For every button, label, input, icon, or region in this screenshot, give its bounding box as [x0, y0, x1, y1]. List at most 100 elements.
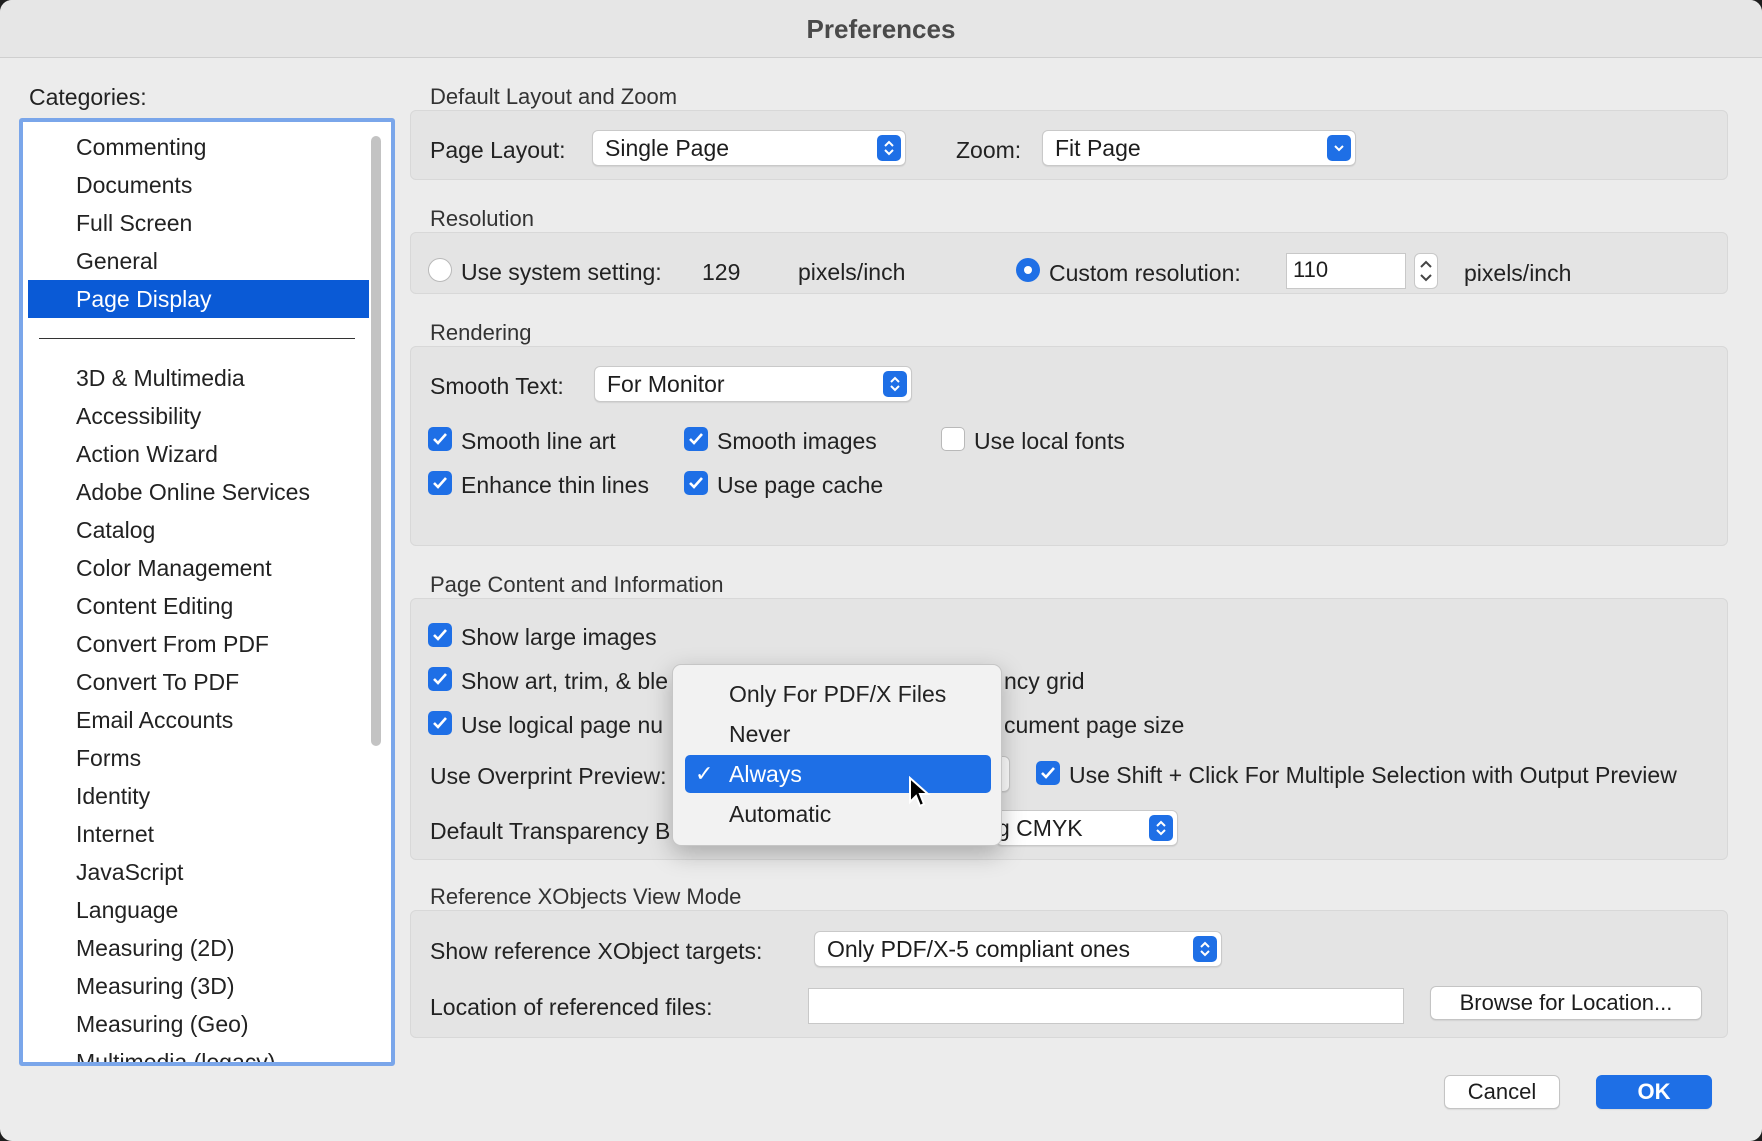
browse-location-button[interactable]: Browse for Location... — [1430, 986, 1702, 1020]
menu-item-never[interactable]: Never — [685, 715, 991, 753]
mouse-cursor-icon — [908, 776, 932, 810]
smooth-images-checkbox[interactable] — [684, 427, 708, 451]
rendering-section-title: Rendering — [430, 320, 532, 346]
chevron-down-icon — [1327, 135, 1351, 161]
categories-scrollbar[interactable] — [371, 136, 381, 746]
category-item[interactable]: Multimedia (legacy) — [28, 1043, 369, 1066]
zoom-label: Zoom: — [956, 137, 1021, 164]
category-item[interactable]: General — [28, 242, 369, 280]
category-item[interactable]: Convert To PDF — [28, 663, 369, 701]
shift-click-label: Use Shift + Click For Multiple Selection… — [1069, 762, 1677, 789]
checkmark-icon — [432, 628, 448, 642]
use-local-fonts-checkbox[interactable] — [941, 427, 965, 451]
document-page-size-label: cument page size — [1004, 712, 1184, 739]
category-item[interactable]: Content Editing — [28, 587, 369, 625]
categories-label: Categories: — [29, 84, 147, 111]
category-item[interactable]: Color Management — [28, 549, 369, 587]
category-item[interactable]: Measuring (3D) — [28, 967, 369, 1005]
category-item[interactable]: Forms — [28, 739, 369, 777]
show-large-images-label: Show large images — [461, 624, 657, 651]
use-page-cache-label: Use page cache — [717, 472, 883, 499]
show-large-images-checkbox[interactable] — [428, 623, 452, 647]
cancel-button[interactable]: Cancel — [1444, 1075, 1560, 1109]
category-item[interactable]: Identity — [28, 777, 369, 815]
logical-page-numbers-checkbox[interactable] — [428, 711, 452, 735]
menu-item-automatic[interactable]: Automatic — [685, 795, 991, 833]
category-item[interactable]: 3D & Multimedia — [28, 359, 369, 397]
xobjects-section-title: Reference XObjects View Mode — [430, 884, 741, 910]
checkmark-icon: ✓ — [695, 755, 713, 793]
transparency-blending-label: Default Transparency B — [430, 818, 670, 845]
checkmark-icon — [688, 476, 704, 490]
overprint-preview-label: Use Overprint Preview: — [430, 763, 666, 790]
show-art-trim-label: Show art, trim, & ble — [461, 668, 668, 695]
category-item[interactable]: Full Screen — [28, 204, 369, 242]
zoom-select[interactable]: Fit Page — [1042, 130, 1356, 166]
stepper-arrows-icon — [1415, 254, 1437, 288]
enhance-thin-lines-label: Enhance thin lines — [461, 472, 649, 499]
ok-button[interactable]: OK — [1596, 1075, 1712, 1109]
menu-item-always-label: Always — [729, 761, 802, 787]
transparency-grid-label: ncy grid — [1004, 668, 1085, 695]
category-item[interactable]: Email Accounts — [28, 701, 369, 739]
categories-items: CommentingDocumentsFull ScreenGeneralPag… — [23, 128, 369, 1066]
updown-arrows-icon — [877, 135, 901, 161]
category-item[interactable]: Measuring (2D) — [28, 929, 369, 967]
smooth-line-art-checkbox[interactable] — [428, 427, 452, 451]
layout-zoom-section-title: Default Layout and Zoom — [430, 84, 677, 110]
smooth-images-label: Smooth images — [717, 428, 877, 455]
category-item[interactable]: Internet — [28, 815, 369, 853]
xobject-targets-value: Only PDF/X-5 compliant ones — [827, 936, 1130, 962]
category-item[interactable]: Commenting — [28, 128, 369, 166]
custom-resolution-input[interactable]: 110 — [1286, 253, 1406, 289]
category-item[interactable]: Convert From PDF — [28, 625, 369, 663]
checkmark-icon — [1040, 766, 1056, 780]
use-page-cache-checkbox[interactable] — [684, 471, 708, 495]
page-layout-value: Single Page — [605, 135, 729, 161]
checkmark-icon — [432, 432, 448, 446]
checkmark-icon — [688, 432, 704, 446]
page-layout-label: Page Layout: — [430, 137, 566, 164]
category-item[interactable]: Catalog — [28, 511, 369, 549]
smooth-line-art-label: Smooth line art — [461, 428, 616, 455]
system-setting-unit: pixels/inch — [798, 259, 905, 286]
category-item[interactable]: Action Wizard — [28, 435, 369, 473]
category-item[interactable]: Accessibility — [28, 397, 369, 435]
category-item[interactable]: Language — [28, 891, 369, 929]
category-item[interactable]: Page Display — [28, 280, 369, 318]
updown-arrows-icon — [883, 371, 907, 397]
smooth-text-value: For Monitor — [607, 371, 725, 397]
checkmark-icon — [432, 476, 448, 490]
enhance-thin-lines-checkbox[interactable] — [428, 471, 452, 495]
zoom-value: Fit Page — [1055, 135, 1141, 161]
location-input[interactable] — [808, 988, 1404, 1024]
menu-item-always[interactable]: ✓ Always — [685, 755, 991, 793]
page-layout-select[interactable]: Single Page — [592, 130, 906, 166]
checkmark-icon — [432, 716, 448, 730]
page-content-section-title: Page Content and Information — [430, 572, 724, 598]
smooth-text-select[interactable]: For Monitor — [594, 366, 912, 402]
show-art-trim-checkbox[interactable] — [428, 667, 452, 691]
category-item[interactable]: Documents — [28, 166, 369, 204]
custom-resolution-radio[interactable] — [1016, 258, 1040, 282]
overprint-preview-menu: Only For PDF/X Files Never ✓ Always Auto… — [672, 664, 1002, 846]
custom-resolution-label: Custom resolution: — [1049, 260, 1241, 287]
resolution-stepper[interactable] — [1414, 253, 1438, 289]
checkmark-icon — [432, 672, 448, 686]
window-title: Preferences — [0, 14, 1762, 45]
categories-list[interactable]: CommentingDocumentsFull ScreenGeneralPag… — [19, 118, 395, 1066]
use-local-fonts-label: Use local fonts — [974, 428, 1125, 455]
xobject-targets-select[interactable]: Only PDF/X-5 compliant ones — [814, 931, 1222, 967]
updown-arrows-icon — [1193, 936, 1217, 962]
smooth-text-label: Smooth Text: — [430, 373, 564, 400]
shift-click-checkbox[interactable] — [1036, 761, 1060, 785]
category-item[interactable]: Adobe Online Services — [28, 473, 369, 511]
category-item[interactable]: JavaScript — [28, 853, 369, 891]
xobject-targets-label: Show reference XObject targets: — [430, 938, 762, 965]
resolution-section-title: Resolution — [430, 206, 534, 232]
transparency-blending-select[interactable]: g CMYK — [996, 810, 1178, 846]
category-item[interactable]: Measuring (Geo) — [28, 1005, 369, 1043]
updown-arrows-icon — [1149, 815, 1173, 841]
system-setting-radio[interactable] — [428, 258, 452, 282]
menu-item-only-pdfx[interactable]: Only For PDF/X Files — [685, 675, 991, 713]
